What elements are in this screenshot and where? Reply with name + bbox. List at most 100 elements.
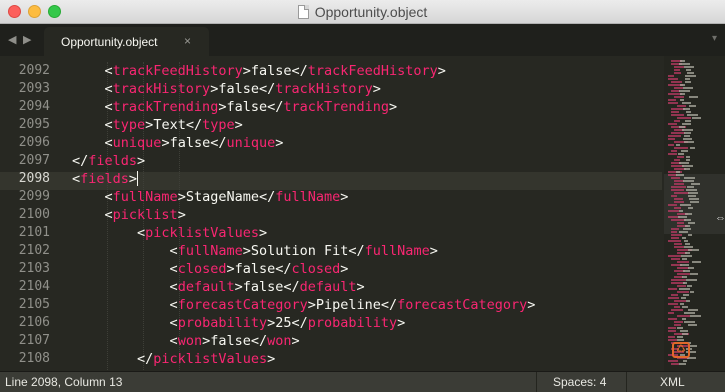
xml-tag-name: probability [307, 315, 398, 331]
minimap-line [679, 90, 690, 92]
minimap-line [674, 198, 683, 200]
xml-tag-name: won [177, 333, 203, 349]
code-line[interactable]: <probability>25</probability> [72, 314, 662, 332]
code-line[interactable]: <trackFeedHistory>false</trackFeedHistor… [72, 62, 662, 80]
bracket: </ [283, 279, 300, 295]
minimap-line [674, 246, 684, 248]
minimap-line [668, 303, 678, 305]
minimap-line [690, 201, 699, 203]
syntax-selector[interactable]: XML [660, 375, 685, 389]
minimap-line [674, 207, 681, 209]
bracket: > [234, 279, 243, 295]
code-editor[interactable]: 2092 2093 2094 2095 2096 2097 2098 2099 2100 2101… [0, 56, 725, 371]
code-area[interactable]: <trackFeedHistory>false</trackFeedHistor… [72, 62, 662, 368]
xml-tag-name: picklistValues [145, 225, 259, 241]
minimap-line [676, 171, 680, 173]
xml-tag-name: type [202, 117, 235, 133]
minimap-line [671, 231, 677, 233]
bracket: > [258, 225, 268, 241]
minimap-line [668, 336, 675, 338]
minimap-line [690, 273, 698, 275]
bracket: < [169, 297, 178, 313]
back-arrow-icon[interactable]: ◀ [8, 33, 16, 46]
title-bar: Opportunity.object [0, 0, 725, 24]
line-number: 2107 [18, 333, 50, 348]
minimap-line [682, 258, 687, 260]
code-line[interactable]: <fullName>Solution Fit</fullName> [72, 242, 662, 260]
bracket: </ [275, 261, 292, 277]
chevron-down-icon[interactable]: ▾ [712, 33, 717, 44]
minimap-line [684, 168, 690, 170]
minimap-line [668, 330, 676, 332]
bracket: < [104, 135, 113, 151]
forward-arrow-icon[interactable]: ▶ [23, 33, 31, 46]
minimap-line [668, 297, 679, 299]
code-line[interactable]: <trackHistory>false</trackHistory> [72, 80, 662, 98]
code-line[interactable]: <forecastCategory>Pipeline</forecastCate… [72, 296, 662, 314]
code-line[interactable]: <picklistValues> [72, 224, 662, 242]
minimap-line [680, 330, 688, 332]
minimap-line [668, 135, 681, 137]
minimap-line [692, 261, 701, 263]
minimap-line [677, 315, 690, 317]
bracket: < [169, 243, 178, 259]
code-line[interactable]: <default>false</default> [72, 278, 662, 296]
xml-tag-name: forecastCategory [397, 297, 528, 313]
minimap-line [671, 195, 677, 197]
bracket: > [340, 189, 349, 205]
close-icon[interactable]: × [184, 34, 191, 48]
minimap-line [674, 300, 686, 302]
xml-tag-name: unique [226, 135, 276, 151]
minimap-line [682, 333, 688, 335]
minimap-line [671, 132, 685, 134]
bracket: </ [258, 81, 276, 97]
minimap-line [674, 159, 680, 161]
minimap-line [674, 69, 680, 71]
code-line[interactable]: <picklist> [72, 206, 662, 224]
minimap-line [688, 249, 699, 251]
code-line[interactable]: <unique>false</unique> [72, 134, 662, 152]
minimap-line [688, 192, 698, 194]
minimap-line [686, 69, 691, 71]
minimap-line [671, 114, 684, 116]
code-line[interactable]: <won>false</won> [72, 332, 662, 350]
line-number: 2093 [18, 81, 50, 96]
bracket: </ [210, 135, 227, 151]
minimap-line [676, 144, 680, 146]
tab-opportunity-object[interactable]: Opportunity.object × [44, 27, 209, 56]
window-title-group: Opportunity.object [0, 0, 725, 24]
code-line[interactable]: <fields> [72, 170, 662, 188]
minimap-line [684, 66, 694, 68]
bracket: > [177, 189, 186, 205]
xml-tag-name: fullName [364, 243, 430, 259]
minimap-line [676, 174, 684, 176]
sublime-plugin-icon[interactable]: ♺ [672, 342, 690, 358]
minimap-line [668, 318, 677, 320]
code-line[interactable]: </picklistValues> [72, 350, 662, 368]
xml-text-value: Pipeline [315, 297, 381, 313]
minimap-line [668, 204, 677, 206]
minimap-line [677, 339, 684, 341]
code-line[interactable]: <type>Text</type> [72, 116, 662, 134]
bracket: </ [258, 189, 276, 205]
line-number: 2108 [18, 351, 50, 366]
code-line[interactable]: <trackTrending>false</trackTrending> [72, 98, 662, 116]
code-line[interactable]: <fullName>StageName</fullName> [72, 188, 662, 206]
minimap-line [683, 87, 693, 89]
bracket: > [429, 243, 438, 259]
xml-tag-name: closed [291, 261, 341, 277]
minimap-line [679, 210, 683, 212]
minimap-line [684, 321, 695, 323]
minimap-line [683, 108, 690, 110]
minimap-line [668, 153, 677, 155]
indentation-setting[interactable]: Spaces: 4 [553, 375, 606, 389]
minimap-line [674, 324, 681, 326]
minimap-line [677, 261, 689, 263]
bracket: > [291, 333, 300, 349]
minimap-line [677, 327, 683, 329]
code-line[interactable]: </fields> [72, 152, 662, 170]
code-line[interactable]: <closed>false</closed> [72, 260, 662, 278]
minimap-line [690, 315, 701, 317]
xml-tag-name: trackHistory [275, 81, 373, 97]
xml-text-value: Solution Fit [250, 243, 349, 259]
